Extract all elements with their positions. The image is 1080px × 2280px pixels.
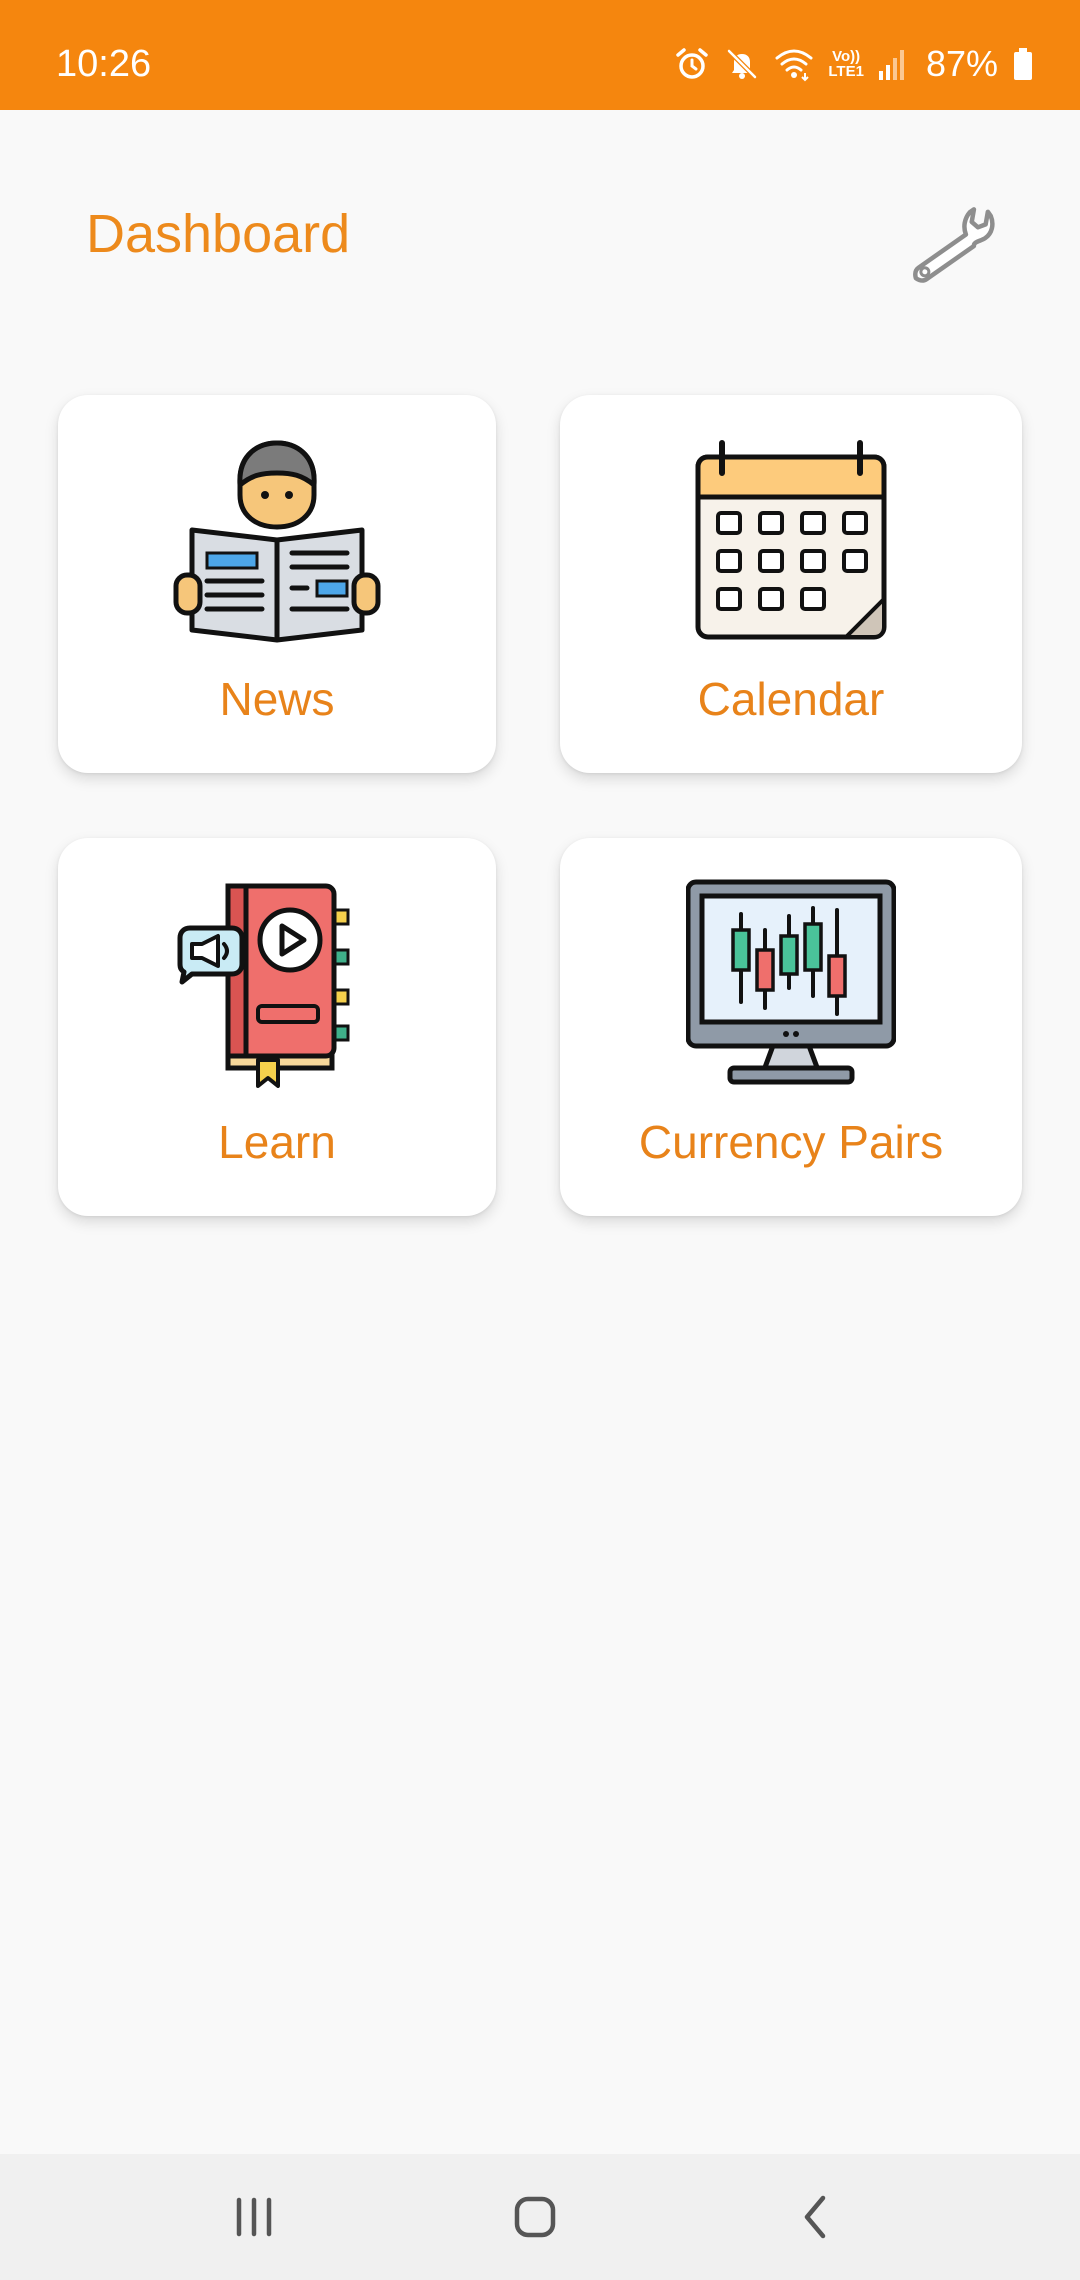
alarm-icon bbox=[674, 46, 710, 82]
lte-indicator: Vo)) LTE1 bbox=[828, 49, 864, 79]
news-card[interactable]: News bbox=[58, 395, 496, 773]
currency-pairs-card[interactable]: Currency Pairs bbox=[560, 838, 1022, 1216]
network-label-top: Vo)) bbox=[832, 48, 861, 65]
back-icon bbox=[804, 2195, 826, 2239]
settings-button[interactable] bbox=[896, 200, 1016, 300]
card-label: Currency Pairs bbox=[638, 1116, 944, 1168]
learn-card[interactable]: Learn bbox=[58, 838, 496, 1216]
battery-percent: 87% bbox=[925, 43, 998, 84]
signal-icon bbox=[878, 47, 908, 81]
calendar-card[interactable]: Calendar bbox=[560, 395, 1022, 773]
status-bar: 10:26 Vo)) LTE1 87% bbox=[0, 0, 1080, 110]
battery-icon bbox=[1012, 46, 1034, 82]
home-button[interactable] bbox=[465, 2154, 605, 2280]
mute-icon bbox=[724, 46, 760, 82]
network-label-bottom: LTE1 bbox=[828, 63, 864, 80]
page-title: Dashboard bbox=[86, 204, 351, 264]
video-book-icon bbox=[177, 883, 350, 1088]
back-button[interactable] bbox=[746, 2154, 886, 2280]
wifi-icon bbox=[774, 46, 814, 82]
wrench-icon bbox=[913, 207, 995, 283]
card-label: Learn bbox=[218, 1116, 336, 1168]
card-label: Calendar bbox=[697, 673, 885, 725]
recent-apps-icon bbox=[236, 2197, 272, 2237]
home-icon bbox=[514, 2196, 556, 2238]
navigation-bar bbox=[0, 2154, 1080, 2280]
recent-apps-button[interactable] bbox=[184, 2154, 324, 2280]
calendar-icon bbox=[695, 440, 887, 640]
newspaper-reader-icon bbox=[173, 440, 381, 643]
card-label: News bbox=[219, 673, 335, 725]
status-time: 10:26 bbox=[56, 43, 152, 85]
candlestick-monitor-icon bbox=[686, 879, 896, 1085]
status-icons: Vo)) LTE1 87% bbox=[660, 42, 1034, 86]
